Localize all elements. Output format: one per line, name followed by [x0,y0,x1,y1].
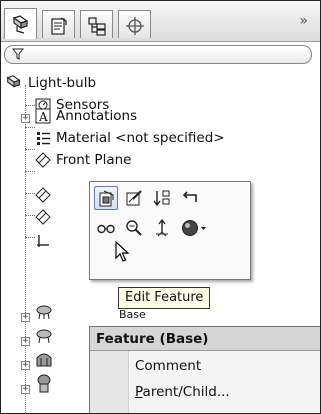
manager-tab-bar: » [1,1,320,42]
tree-connector [25,149,35,150]
tree-connector [25,215,35,216]
menu-item-mnemonic: P [135,384,143,400]
rollback-icon [153,190,170,207]
tree-item-base-label: Base [119,308,146,321]
menu-item-comment[interactable]: Comment [135,353,201,379]
tree-connector [25,193,35,194]
return-arrow-icon [182,191,197,202]
part-icon [6,75,21,88]
appearance-sphere-icon [182,220,206,236]
tree-filter-bar [1,42,320,66]
rollback-button[interactable] [150,186,174,210]
expand-base-toggle[interactable]: + [21,313,30,322]
tree-item-label: Annotations [56,108,138,124]
edit-feature-button[interactable] [94,186,118,210]
sweep-feature-icon [36,353,52,367]
mouse-pointer-icon [115,241,129,262]
context-menu: Feature (Base) Comment Parent/Child... [89,326,320,413]
svg-text:A: A [38,110,48,124]
tree-item-label: Material <not specified> [56,130,225,146]
tree-connector [25,105,35,106]
appearance-button[interactable] [178,216,206,240]
plane-icon [35,209,51,225]
plane-icon [35,187,51,203]
configurationmanager-icon [88,17,106,36]
edit-sketch-button[interactable] [122,186,146,210]
funnel-icon [12,48,24,60]
origin-icon [37,235,49,247]
plane-icon [35,152,51,168]
menu-item-parent-child[interactable]: Parent/Child... [135,379,230,405]
revolve-feature-icon [36,305,52,320]
tree-item-label: Front Plane [56,152,132,168]
tab-configurationmanager[interactable] [80,10,113,38]
glasses-icon [97,224,115,234]
featuremanager-panel: » Light-bulb Sensors + A Annotations Mat… [0,0,321,414]
material-list-icon [37,132,50,145]
normal-to-button[interactable] [150,216,174,240]
more-tabs-chevron-icon[interactable]: » [299,13,308,29]
return-button[interactable] [178,186,202,210]
menu-item-label: arent/Child... [142,384,230,400]
tree-item-annotations[interactable]: A Annotations [35,105,137,127]
loft-feature-icon [37,374,51,393]
tree-item-front-plane[interactable]: Front Plane [35,149,131,171]
tab-propertymanager[interactable] [42,10,75,38]
tree-connector [25,127,35,128]
zoom-icon [126,220,142,236]
tree-root-part[interactable]: Light-bulb [5,72,96,94]
zoom-to-selection-button[interactable] [122,216,146,240]
expand-feature-toggle[interactable]: + [21,385,30,394]
tree-connector [25,171,35,172]
propertymanager-icon [51,17,67,35]
tree-filter-input[interactable] [4,45,312,64]
tree-root-label: Light-bulb [28,75,97,91]
context-toolbar [89,181,251,280]
normal-to-icon [156,219,168,237]
revolve-feature-icon [36,329,52,344]
hide-show-button[interactable] [94,216,118,240]
edit-sketch-icon [126,190,142,206]
tree-connector [25,237,35,238]
tab-featuremanager[interactable] [4,8,37,39]
expand-annotations-toggle[interactable]: + [21,114,30,123]
tooltip: Edit Feature [118,287,211,309]
tree-item-material[interactable]: Material <not specified> [35,127,225,149]
expand-feature-toggle[interactable]: + [21,337,30,346]
edit-feature-icon [99,190,114,207]
tab-dimxpert[interactable] [118,10,151,38]
annotation-a-icon: A [35,108,51,124]
expand-feature-toggle[interactable]: + [21,361,30,370]
featuremanager-tree-icon [12,15,29,34]
dimxpert-crosshair-icon [126,17,144,35]
context-menu-header: Feature (Base) [90,327,320,351]
